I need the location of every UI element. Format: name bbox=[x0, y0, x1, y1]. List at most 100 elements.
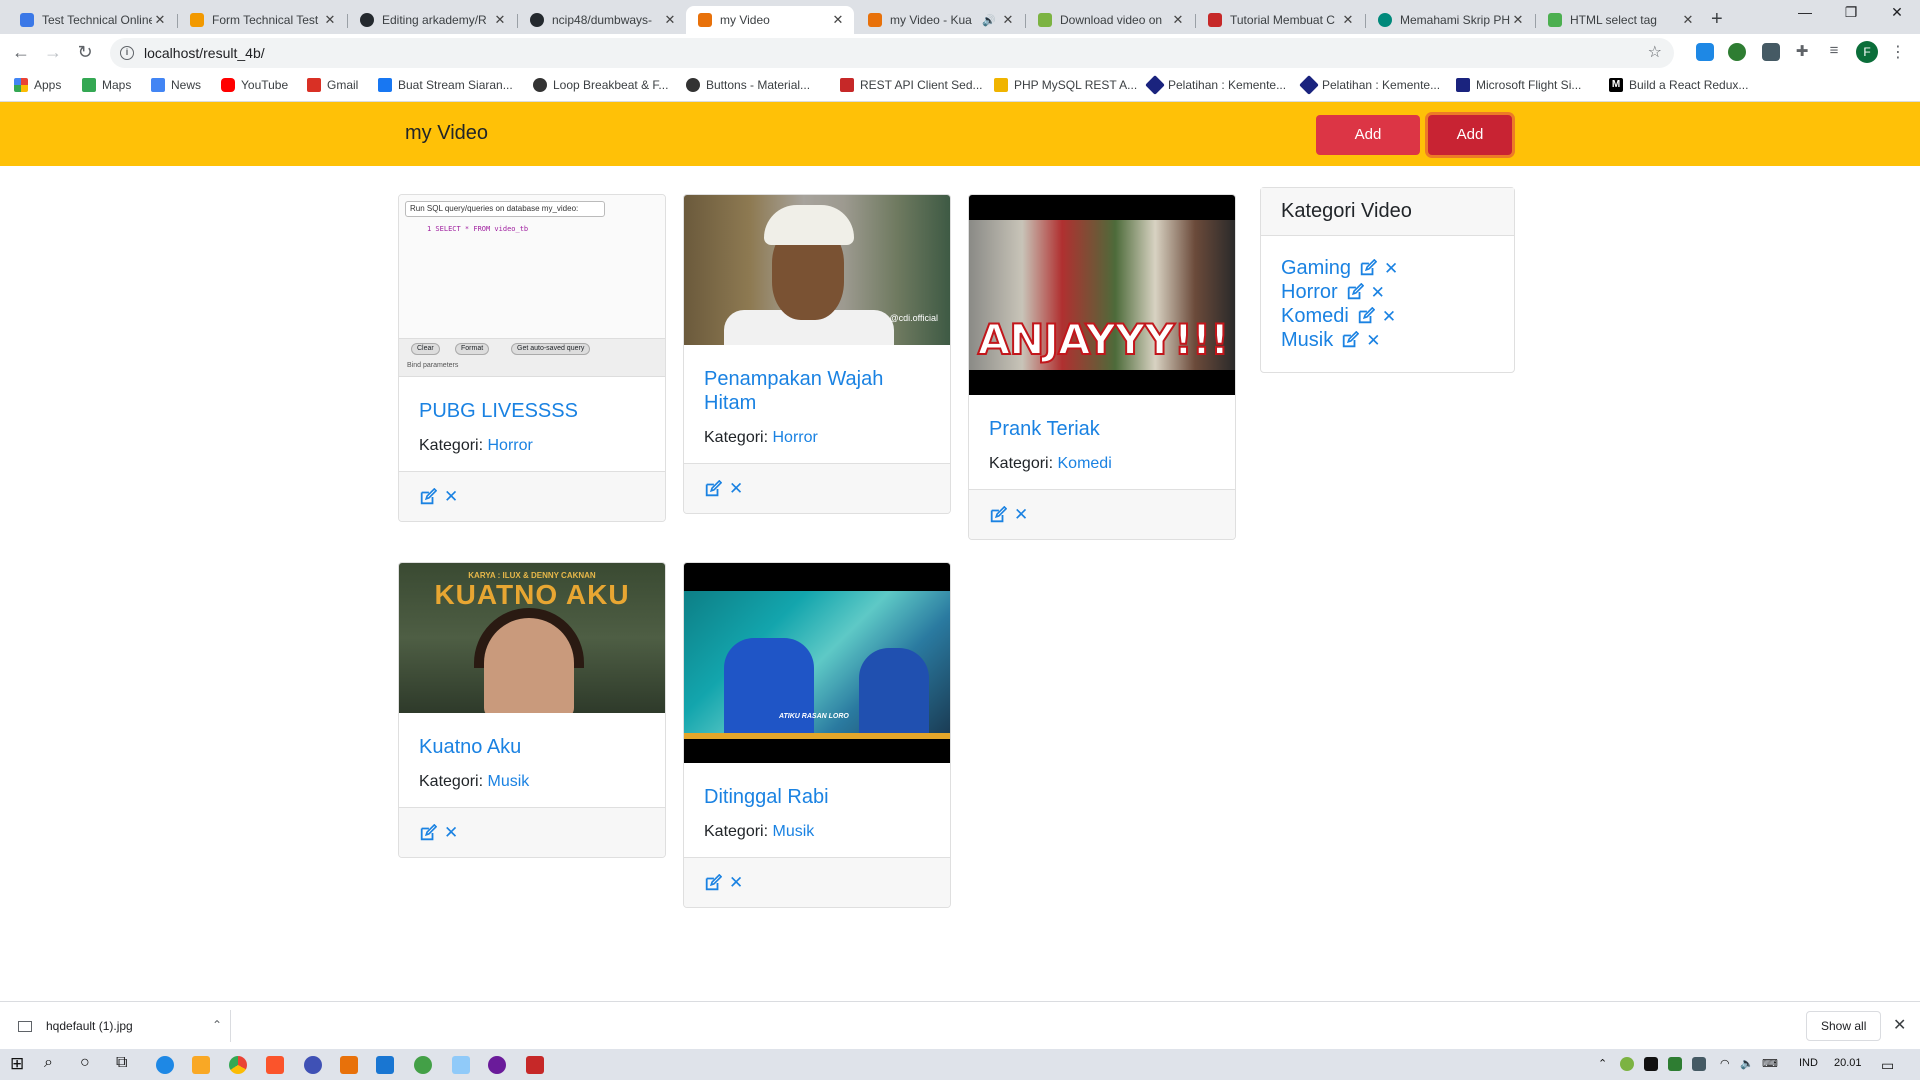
language-indicator[interactable]: IND bbox=[1799, 1057, 1818, 1069]
search-icon[interactable]: ⌕ bbox=[44, 1054, 53, 1072]
restore-button[interactable]: ❐ bbox=[1828, 4, 1874, 21]
video-thumbnail[interactable]: KARYA : ILUX & DENNY CAKNAN KUATNO AKU bbox=[399, 563, 665, 713]
bookmark-facebook[interactable]: Buat Stream Siaran... bbox=[378, 78, 513, 92]
url-text[interactable]: localhost/result_4b/ bbox=[144, 45, 265, 61]
brand-title[interactable]: my Video bbox=[405, 122, 488, 145]
tray-chevron-icon[interactable]: ⌃ bbox=[1598, 1057, 1607, 1070]
delete-icon[interactable]: ✕ bbox=[729, 480, 743, 497]
forward-icon[interactable]: → bbox=[41, 42, 65, 63]
app-icon[interactable] bbox=[304, 1056, 322, 1074]
edit-icon[interactable] bbox=[419, 823, 437, 842]
tab-memahami-skrip[interactable]: Memahami Skrip PH ✕ bbox=[1366, 6, 1534, 34]
video-title[interactable]: PUBG LIVESSSS bbox=[419, 399, 645, 423]
keyboard-icon[interactable]: ⌨ bbox=[1762, 1057, 1778, 1070]
wifi-icon[interactable]: ◠ bbox=[1720, 1057, 1730, 1070]
bookmark-apps[interactable]: Apps bbox=[14, 78, 61, 92]
speaker-icon[interactable]: 🔊 bbox=[982, 14, 996, 27]
bookmark-news[interactable]: News bbox=[151, 78, 201, 92]
puzzle-icon[interactable]: ✚ bbox=[1790, 42, 1814, 60]
delete-icon[interactable]: ✕ bbox=[1366, 332, 1380, 349]
category-name[interactable]: Horror bbox=[1281, 281, 1338, 304]
edit-icon[interactable] bbox=[704, 479, 722, 498]
xampp-icon[interactable] bbox=[340, 1056, 358, 1074]
video-thumbnail[interactable]: ANJAYYY!!! bbox=[969, 195, 1235, 395]
chevron-up-icon[interactable]: ⌃ bbox=[212, 1018, 222, 1032]
bookmark-loop-breakbeat[interactable]: Loop Breakbeat & F... bbox=[533, 78, 668, 92]
download-item[interactable]: hqdefault (1).jpg ⌃ bbox=[18, 1012, 228, 1040]
tab-my-video-kua[interactable]: my Video - Kua 🔊 ✕ bbox=[856, 6, 1024, 34]
edit-icon[interactable] bbox=[419, 487, 437, 506]
app-icon[interactable] bbox=[488, 1056, 506, 1074]
bookmark-buttons-material[interactable]: Buttons - Material... bbox=[686, 78, 810, 92]
window-close-button[interactable]: ✕ bbox=[1874, 4, 1920, 21]
video-thumbnail[interactable]: Run SQL query/queries on database my_vid… bbox=[399, 195, 665, 377]
show-all-button[interactable]: Show all bbox=[1806, 1011, 1882, 1041]
category-name[interactable]: Komedi bbox=[1281, 305, 1349, 328]
add-video-button[interactable]: Add Video bbox=[1428, 115, 1512, 183]
bookmark-pelatihan-1[interactable]: Pelatihan : Kemente... bbox=[1145, 75, 1286, 95]
bookmark-php-mysql[interactable]: PHP MySQL REST A... bbox=[994, 78, 1137, 92]
tray-app-icon[interactable] bbox=[1620, 1057, 1634, 1071]
close-icon[interactable]: ✕ bbox=[1340, 12, 1356, 28]
close-icon[interactable]: ✕ bbox=[1680, 12, 1696, 28]
media-control-icon[interactable]: ≡ bbox=[1822, 42, 1846, 59]
close-icon[interactable]: ✕ bbox=[322, 12, 338, 28]
extension-icon[interactable] bbox=[1696, 43, 1714, 61]
bookmark-star-icon[interactable]: ☆ bbox=[1648, 42, 1662, 62]
bookmark-react-redux[interactable]: M Build a React Redux... bbox=[1609, 78, 1748, 92]
tab-form-technical[interactable]: Form Technical Test ✕ bbox=[178, 6, 346, 34]
tab-html-select[interactable]: HTML select tag ✕ bbox=[1536, 6, 1704, 34]
extension-icon[interactable] bbox=[1728, 43, 1746, 61]
delete-icon[interactable]: ✕ bbox=[1014, 506, 1028, 523]
profile-avatar[interactable]: F bbox=[1856, 41, 1878, 63]
video-thumbnail[interactable]: ATIKU RASAN LORO bbox=[684, 563, 950, 763]
close-icon[interactable]: ✕ bbox=[492, 12, 508, 28]
category-link[interactable]: Musik bbox=[773, 823, 815, 840]
app-icon[interactable] bbox=[414, 1056, 432, 1074]
back-icon[interactable]: ← bbox=[9, 42, 33, 63]
category-link[interactable]: Komedi bbox=[1058, 455, 1112, 472]
reload-icon[interactable]: ↻ bbox=[73, 42, 97, 63]
delete-icon[interactable]: ✕ bbox=[1384, 260, 1398, 277]
video-title[interactable]: Prank Teriak bbox=[989, 417, 1215, 441]
add-category-button[interactable]: Add Category bbox=[1316, 115, 1420, 183]
app-icon[interactable] bbox=[526, 1056, 544, 1074]
tab-my-video-active[interactable]: my Video ✕ bbox=[686, 6, 854, 34]
category-name[interactable]: Gaming bbox=[1281, 257, 1351, 280]
notepad-icon[interactable] bbox=[452, 1056, 470, 1074]
edit-icon[interactable] bbox=[1346, 283, 1364, 301]
chrome-icon[interactable] bbox=[229, 1056, 247, 1074]
delete-icon[interactable]: ✕ bbox=[1382, 308, 1396, 325]
delete-icon[interactable]: ✕ bbox=[444, 824, 458, 841]
tray-app-icon[interactable] bbox=[1644, 1057, 1658, 1071]
bookmark-gmail[interactable]: Gmail bbox=[307, 78, 358, 92]
bookmark-flight-sim[interactable]: Microsoft Flight Si... bbox=[1456, 78, 1581, 92]
clock[interactable]: 20.01 bbox=[1834, 1057, 1862, 1069]
category-link[interactable]: Musik bbox=[488, 773, 530, 790]
tab-editing-arkademy[interactable]: Editing arkademy/R ✕ bbox=[348, 6, 516, 34]
bookmark-youtube[interactable]: YouTube bbox=[221, 78, 288, 92]
edit-icon[interactable] bbox=[1359, 259, 1378, 277]
delete-icon[interactable]: ✕ bbox=[444, 488, 458, 505]
volume-icon[interactable]: 🔈 bbox=[1740, 1057, 1754, 1070]
close-icon[interactable]: ✕ bbox=[1893, 1015, 1906, 1035]
minimize-button[interactable]: — bbox=[1782, 4, 1828, 20]
tab-download-video[interactable]: Download video on ✕ bbox=[1026, 6, 1194, 34]
category-link[interactable]: Horror bbox=[773, 429, 818, 446]
close-icon[interactable]: ✕ bbox=[1170, 12, 1186, 28]
vscode-icon[interactable] bbox=[376, 1056, 394, 1074]
delete-icon[interactable]: ✕ bbox=[729, 874, 743, 891]
video-title[interactable]: Kuatno Aku bbox=[419, 735, 645, 759]
bookmark-rest-api[interactable]: REST API Client Sed... bbox=[840, 78, 983, 92]
notification-icon[interactable]: ▭ bbox=[1881, 1057, 1894, 1074]
close-icon[interactable]: ✕ bbox=[662, 12, 678, 28]
nvidia-icon[interactable] bbox=[1668, 1057, 1682, 1071]
tab-test-technical[interactable]: Test Technical Online ✕ bbox=[8, 6, 176, 34]
category-link[interactable]: Horror bbox=[488, 437, 533, 454]
edit-icon[interactable] bbox=[1341, 331, 1360, 349]
edit-icon[interactable] bbox=[704, 873, 722, 892]
bookmark-maps[interactable]: Maps bbox=[82, 78, 131, 92]
video-thumbnail[interactable]: @cdi.official bbox=[684, 195, 950, 345]
tab-tutorial-membuat[interactable]: Tutorial Membuat C ✕ bbox=[1196, 6, 1364, 34]
close-icon[interactable]: ✕ bbox=[830, 12, 846, 28]
